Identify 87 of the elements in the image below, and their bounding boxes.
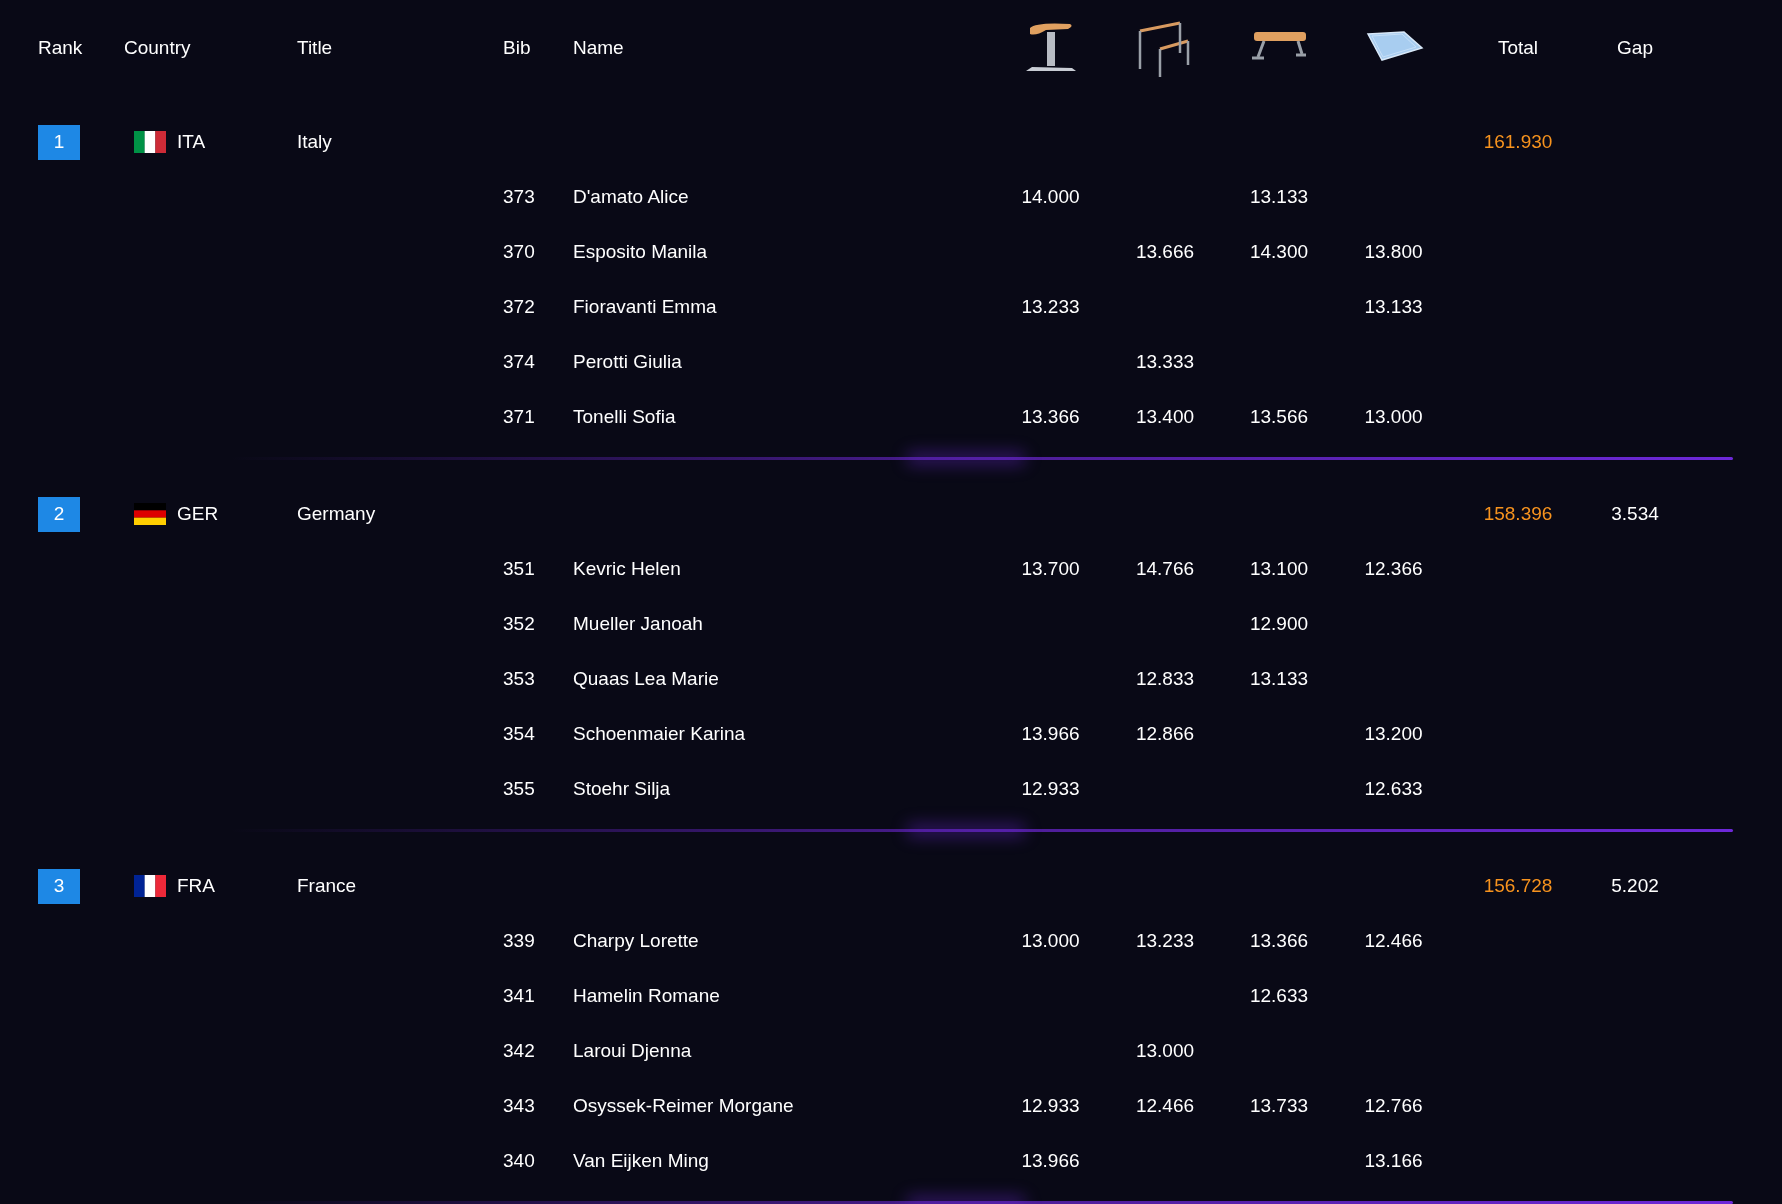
bib-number: 339 xyxy=(502,929,535,954)
bib-number: 341 xyxy=(502,984,535,1009)
score: 13.100 xyxy=(1249,557,1309,582)
score: 13.133 xyxy=(1249,185,1309,210)
bib-number: 354 xyxy=(502,722,535,747)
score: 12.933 xyxy=(1021,777,1080,802)
score: 13.000 xyxy=(1364,405,1423,430)
column-header: Gap xyxy=(1617,35,1653,60)
score: 12.633 xyxy=(1249,984,1309,1009)
country-code: ITA xyxy=(177,129,206,154)
score: 13.366 xyxy=(1021,405,1080,430)
score: 12.466 xyxy=(1364,929,1423,954)
column-header: Title xyxy=(297,35,333,60)
score: 12.866 xyxy=(1135,722,1195,747)
rank-badge: 3 xyxy=(38,868,80,904)
score: 12.366 xyxy=(1364,557,1423,582)
score: 14.766 xyxy=(1135,557,1195,582)
team-gap: 3.534 xyxy=(1611,501,1659,526)
country-code: FRA xyxy=(177,873,215,898)
score: 13.700 xyxy=(1021,557,1080,582)
score: 12.766 xyxy=(1364,1094,1423,1119)
score: 13.800 xyxy=(1364,240,1423,265)
score: 13.366 xyxy=(1249,929,1309,954)
athlete-name: Van Eijken Ming xyxy=(573,1149,709,1174)
team-total: 161.930 xyxy=(1483,129,1553,154)
athlete-name: Laroui Djenna xyxy=(573,1039,692,1064)
bib-number: 370 xyxy=(502,240,535,265)
team-name: Italy xyxy=(297,129,332,154)
score: 13.566 xyxy=(1249,405,1309,430)
score: 13.400 xyxy=(1135,405,1195,430)
athlete-name: Esposito Manila xyxy=(573,240,708,265)
bib-number: 340 xyxy=(502,1149,535,1174)
column-header: Rank xyxy=(38,35,84,60)
team-total: 156.728 xyxy=(1483,873,1553,898)
score: 12.466 xyxy=(1135,1094,1195,1119)
score: 14.000 xyxy=(1021,185,1080,210)
score: 12.933 xyxy=(1021,1094,1080,1119)
score: 12.900 xyxy=(1249,612,1309,637)
athlete-name: Mueller Janoah xyxy=(573,612,703,637)
score: 13.166 xyxy=(1364,1149,1423,1174)
score: 13.000 xyxy=(1135,1039,1195,1064)
bib-number: 353 xyxy=(502,667,535,692)
bib-number: 371 xyxy=(502,405,535,430)
bib-number: 374 xyxy=(502,350,535,375)
athlete-name: Quaas Lea Marie xyxy=(573,667,719,692)
athlete-name: Tonelli Sofia xyxy=(573,405,676,430)
bib-number: 352 xyxy=(502,612,535,637)
bib-number: 373 xyxy=(502,185,535,210)
athlete-name: Schoenmaier Karina xyxy=(573,722,746,747)
score: 13.966 xyxy=(1021,1149,1080,1174)
rank-badge: 2 xyxy=(38,496,80,532)
score: 13.133 xyxy=(1364,295,1423,320)
column-header: Total xyxy=(1497,35,1539,60)
athlete-name: Perotti Giulia xyxy=(573,350,682,375)
score: 12.833 xyxy=(1135,667,1195,692)
score: 13.200 xyxy=(1364,722,1423,747)
score: 13.733 xyxy=(1249,1094,1309,1119)
athlete-name: D'amato Alice xyxy=(573,185,689,210)
team-name: France xyxy=(297,873,357,898)
athlete-name: Kevric Helen xyxy=(573,557,681,582)
athlete-name: Hamelin Romane xyxy=(573,984,720,1009)
country-code: GER xyxy=(177,501,219,526)
athlete-name: Stoehr Silja xyxy=(573,777,671,802)
score: 13.966 xyxy=(1021,722,1080,747)
score: 14.300 xyxy=(1249,240,1309,265)
score: 13.000 xyxy=(1021,929,1080,954)
score: 12.633 xyxy=(1364,777,1423,802)
score: 13.133 xyxy=(1249,667,1309,692)
team-gap: 5.202 xyxy=(1611,873,1659,898)
bib-number: 355 xyxy=(502,777,535,802)
bib-number: 372 xyxy=(502,295,535,320)
bib-number: 351 xyxy=(502,557,535,582)
bib-number: 342 xyxy=(502,1039,535,1064)
team-name: Germany xyxy=(297,501,376,526)
score: 13.233 xyxy=(1021,295,1080,320)
score: 13.666 xyxy=(1135,240,1195,265)
column-header: Country xyxy=(124,35,191,60)
athlete-name: Charpy Lorette xyxy=(573,929,699,954)
score: 13.233 xyxy=(1135,929,1195,954)
column-header: Bib xyxy=(502,35,531,60)
rank-badge: 1 xyxy=(38,124,80,160)
athlete-name: Osyssek-Reimer Morgane xyxy=(573,1094,794,1119)
score: 13.333 xyxy=(1135,350,1195,375)
team-total: 158.396 xyxy=(1483,501,1553,526)
column-header: Name xyxy=(573,35,624,60)
athlete-name: Fioravanti Emma xyxy=(573,295,717,320)
bib-number: 343 xyxy=(502,1094,535,1119)
